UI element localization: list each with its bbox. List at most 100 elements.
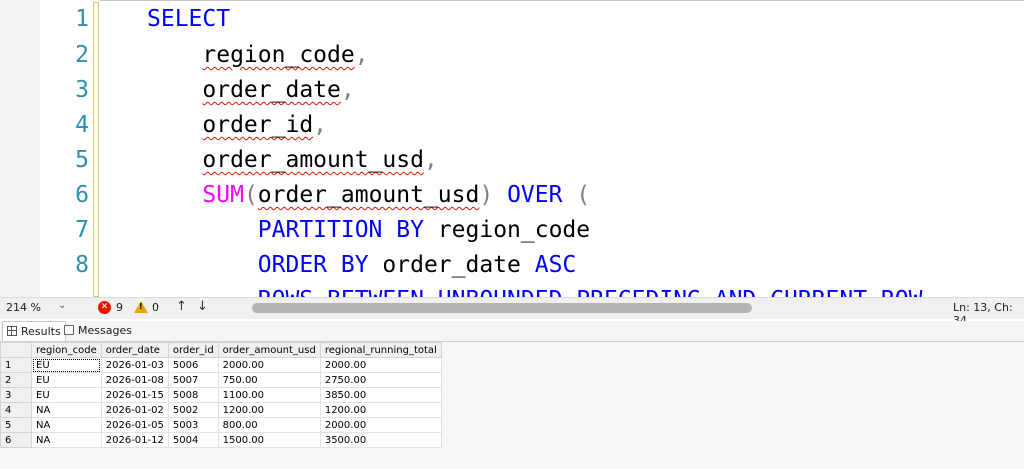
code-line-2[interactable]: region_code, (147, 38, 369, 73)
editor-top-border (100, 0, 1024, 4)
code-line-9[interactable]: ROWS BETWEEN UNBOUNDED PRECEDING AND CUR… (147, 283, 923, 297)
row-number[interactable]: 4 (0, 402, 32, 418)
table-cell[interactable]: 2026-01-08 (100, 372, 169, 388)
identifier: order_amount_usd (257, 182, 480, 208)
table-cell[interactable]: EU (31, 387, 102, 403)
table-cell[interactable]: 2026-01-12 (100, 432, 169, 448)
table-cell[interactable]: 3850.00 (319, 387, 442, 403)
table-cell[interactable]: 1200.00 (217, 402, 321, 418)
table-cell[interactable]: 2026-01-03 (100, 357, 169, 373)
tab-label: Results (21, 325, 61, 338)
keyword: SELECT (147, 6, 231, 32)
table-cell[interactable]: 800.00 (217, 417, 321, 433)
table-cell[interactable]: 5004 (167, 432, 219, 448)
row-number[interactable]: 2 (0, 372, 32, 388)
identifier: region_code (202, 42, 355, 68)
horizontal-scrollbar-thumb[interactable] (252, 303, 752, 313)
table-cell[interactable]: 2000.00 (319, 357, 442, 373)
row-number-header[interactable] (0, 342, 32, 358)
error-count[interactable]: 9 (116, 301, 123, 314)
line-number: 3 (75, 77, 89, 103)
code-line-6[interactable]: SUM(order_amount_usd) OVER ( (147, 178, 590, 213)
column-header[interactable]: order_id (167, 342, 219, 358)
table-cell[interactable]: EU (31, 372, 102, 388)
table-cell[interactable]: 2026-01-05 (100, 417, 169, 433)
row-number[interactable]: 1 (0, 357, 32, 373)
code-line-8[interactable]: ORDER BY order_date ASC (147, 248, 577, 283)
table-row[interactable]: 1 EU 2026-01-03 5006 2000.00 2000.00 (0, 357, 442, 373)
function-name: SUM (202, 182, 244, 208)
punctuation: , (313, 112, 328, 138)
row-number[interactable]: 6 (0, 432, 32, 448)
chevron-down-icon[interactable]: ⌄ (58, 300, 66, 311)
error-icon[interactable]: ✕ (98, 301, 111, 314)
table-cell[interactable]: 1500.00 (217, 432, 321, 448)
table-cell[interactable]: 5002 (167, 402, 219, 418)
table-cell[interactable]: 2000.00 (319, 417, 442, 433)
row-number[interactable]: 3 (0, 387, 32, 403)
punctuation: ( (576, 182, 591, 208)
code-line-5[interactable]: order_amount_usd, (147, 143, 438, 178)
table-cell[interactable]: 2026-01-15 (100, 387, 169, 403)
zoom-level[interactable]: 214 % (6, 301, 41, 314)
line-number-gutter: 1 2 3 4 5 6 7 8 (40, 0, 95, 297)
table-cell[interactable]: 1100.00 (217, 387, 321, 403)
column-header[interactable]: regional_running_total (319, 342, 442, 358)
table-cell[interactable]: 2750.00 (319, 372, 442, 388)
identifier: order_date (368, 252, 535, 278)
line-number: 8 (75, 252, 89, 278)
table-cell[interactable]: NA (31, 432, 102, 448)
line-number: 6 (75, 182, 89, 208)
table-cell[interactable]: NA (31, 417, 102, 433)
keyword: PARTITION BY (257, 217, 424, 243)
table-row[interactable]: 6 NA 2026-01-12 5004 1500.00 3500.00 (0, 432, 442, 448)
row-number[interactable]: 5 (0, 417, 32, 433)
table-cell[interactable]: 5007 (167, 372, 219, 388)
table-cell[interactable]: 750.00 (217, 372, 321, 388)
arrow-up-icon[interactable]: ↑ (176, 299, 187, 314)
arrow-down-icon[interactable]: ↓ (197, 299, 208, 314)
warning-icon[interactable]: ! (134, 301, 148, 313)
warning-count[interactable]: 0 (152, 301, 159, 314)
table-row[interactable]: 4 NA 2026-01-02 5002 1200.00 1200.00 (0, 402, 442, 418)
table-cell[interactable]: 3500.00 (319, 432, 442, 448)
results-tab-bar: Results Messages (0, 321, 1024, 342)
code-line-1[interactable]: SELECT (147, 2, 230, 37)
keyword: OVER (493, 182, 577, 208)
table-row[interactable]: 5 NA 2026-01-05 5003 800.00 2000.00 (0, 417, 442, 433)
column-header[interactable]: order_amount_usd (217, 342, 321, 358)
code-line-7[interactable]: PARTITION BY region_code (147, 213, 590, 248)
punctuation: , (354, 42, 369, 68)
table-cell[interactable]: NA (31, 402, 102, 418)
table-cell[interactable]: 2000.00 (217, 357, 321, 373)
keyword: ORDER BY (257, 252, 369, 278)
table-cell[interactable]: 1200.00 (319, 402, 442, 418)
change-tracking-bar (93, 2, 99, 297)
table-cell[interactable]: 5003 (167, 417, 219, 433)
table-row[interactable]: 2 EU 2026-01-08 5007 750.00 2750.00 (0, 372, 442, 388)
column-header[interactable]: order_date (100, 342, 169, 358)
table-cell[interactable]: 2026-01-02 (100, 402, 169, 418)
column-header[interactable]: region_code (31, 342, 102, 358)
line-number: 4 (75, 112, 89, 138)
punctuation: , (423, 147, 438, 173)
punctuation: , (340, 77, 355, 103)
table-cell[interactable]: EU (31, 357, 102, 373)
line-number: 5 (75, 147, 89, 173)
document-icon (64, 325, 74, 335)
table-row[interactable]: 3 EU 2026-01-15 5008 1100.00 3850.00 (0, 387, 442, 403)
table-cell[interactable]: 5006 (167, 357, 219, 373)
sql-editor[interactable]: 1 2 3 4 5 6 7 8 SELECT region_code, orde… (0, 0, 1024, 297)
tab-messages[interactable]: Messages (60, 321, 136, 340)
line-number: 7 (75, 217, 89, 243)
tab-results[interactable]: Results (2, 321, 66, 341)
selection-margin (0, 0, 40, 297)
header-row: region_code order_date order_id order_am… (0, 342, 442, 358)
punctuation: ) (479, 182, 494, 208)
results-table[interactable]: region_code order_date order_id order_am… (0, 342, 442, 448)
editor-status-bar: 214 % ⌄ ✕ 9 ! 0 ↑ ↓ Ln: 13, Ch: 34 (0, 297, 1024, 327)
results-grid[interactable]: region_code order_date order_id order_am… (0, 342, 1024, 469)
code-line-4[interactable]: order_id, (147, 108, 327, 143)
code-line-3[interactable]: order_date, (147, 73, 355, 108)
table-cell[interactable]: 5008 (167, 387, 219, 403)
